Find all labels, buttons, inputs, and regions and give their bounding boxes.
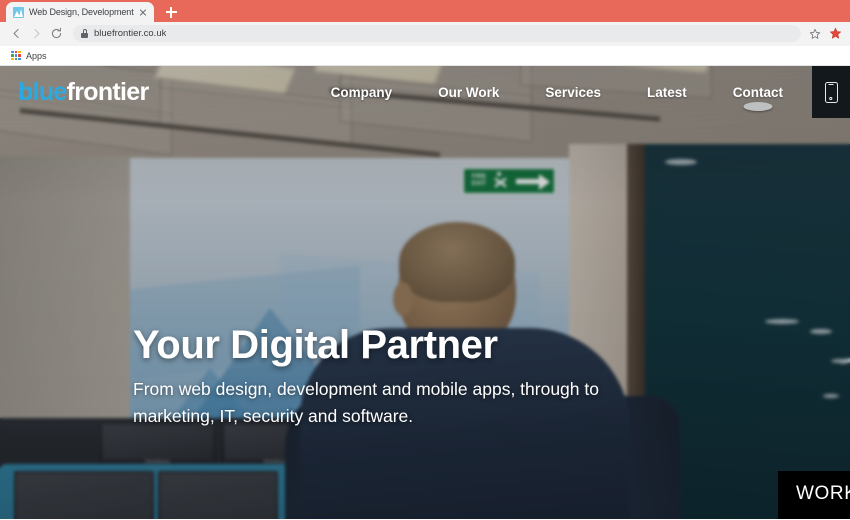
url-text: bluefrontier.co.uk [94, 28, 167, 39]
mobile-site-button[interactable] [812, 66, 850, 118]
hero-subtitle: From web design, development and mobile … [133, 379, 599, 427]
bookmark-label: Apps [26, 50, 47, 61]
bookmarks-bar: Apps [0, 46, 850, 66]
mobile-phone-icon [824, 81, 838, 103]
address-bar[interactable]: bluefrontier.co.uk [73, 25, 801, 42]
lock-icon [81, 29, 88, 38]
close-icon[interactable] [137, 6, 149, 18]
tab-title: Web Design, Development & Dig [29, 7, 135, 17]
hero-background-photo: FIRE EXIT ViewSonic ViewSonic [0, 66, 850, 519]
nav-item-latest[interactable]: Latest [624, 85, 710, 100]
mouse-cursor-indicator [743, 101, 773, 111]
bluefrontier-favicon-icon [13, 6, 24, 18]
forward-icon[interactable] [26, 24, 46, 44]
page-viewport: FIRE EXIT ViewSonic ViewSonic [0, 66, 850, 519]
bookmark-star-icon[interactable] [806, 25, 824, 43]
logo-part-frontier: frontier [66, 77, 150, 106]
browser-tab[interactable]: Web Design, Development & Dig [6, 2, 154, 22]
hero-section: Your Digital Partner From web design, de… [133, 324, 603, 430]
browser-toolbar: bluefrontier.co.uk [0, 22, 850, 46]
reload-icon[interactable] [46, 24, 66, 44]
extension-icon[interactable] [826, 25, 844, 43]
nav-item-services[interactable]: Services [522, 85, 624, 100]
hero-title: Your Digital Partner [133, 323, 498, 367]
browser-window: Web Design, Development & Dig bluefronti… [0, 0, 850, 520]
logo-part-blue: blue [18, 77, 67, 106]
apps-grid-icon [11, 50, 21, 61]
back-icon[interactable] [6, 24, 26, 44]
site-logo[interactable]: bluefrontier [18, 77, 150, 106]
nav-item-company[interactable]: Company [308, 85, 416, 100]
tab-strip: Web Design, Development & Dig [0, 0, 850, 22]
nav-item-our-work[interactable]: Our Work [415, 85, 522, 100]
photo-scrim [0, 66, 850, 519]
new-tab-button[interactable] [158, 2, 184, 22]
site-header: bluefrontier Company Our Work Services L… [0, 66, 850, 118]
nav-item-contact[interactable]: Contact [710, 84, 806, 111]
nav-item-contact-label: Contact [732, 84, 783, 100]
main-navigation: Company Our Work Services Latest Contact [308, 66, 850, 118]
bookmark-apps[interactable]: Apps [8, 50, 50, 62]
work-with-us-callout[interactable]: WORK W [778, 471, 850, 519]
